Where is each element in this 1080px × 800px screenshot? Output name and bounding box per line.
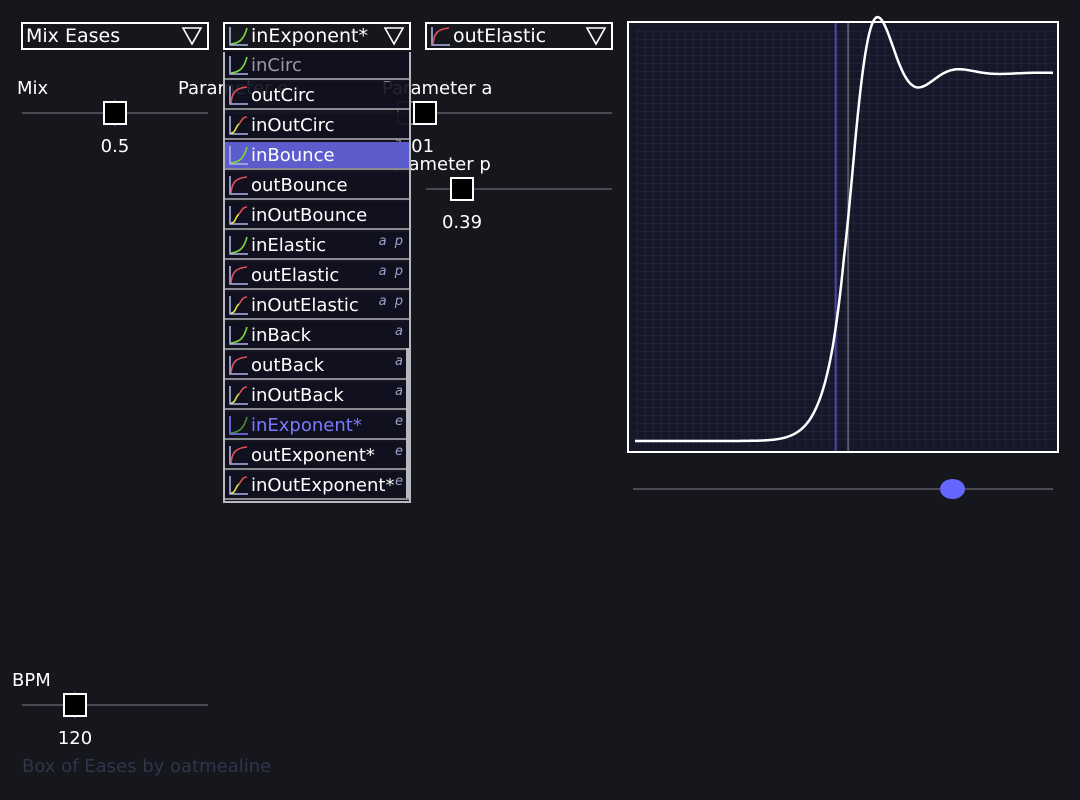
ease-inout-icon: [229, 476, 248, 495]
ease-graph-canvas: [635, 15, 1054, 451]
dropdown-item-label: inOutElastic: [251, 294, 359, 316]
ease-a-select-label: inExponent*: [251, 25, 368, 47]
dropdown-item-label: outBack: [251, 354, 325, 376]
dropdown-item[interactable]: inOutExponent* e: [225, 472, 409, 500]
ease-graph: [627, 15, 1059, 453]
param-a-slider-handle[interactable]: [413, 101, 437, 125]
ease-in-icon: [229, 416, 248, 435]
dropdown-item[interactable]: inOutCirc: [225, 112, 409, 140]
ease-out-icon: [229, 176, 248, 195]
ease-in-icon: [229, 326, 248, 345]
dropdown-item-label: outElastic: [251, 264, 340, 286]
ease-out-icon: [229, 356, 248, 375]
dropdown-item[interactable]: inOutBack a: [225, 382, 409, 410]
ease-inout-icon: [229, 386, 248, 405]
param-p-slider-handle[interactable]: [450, 177, 474, 201]
dropdown-item-label: inBounce: [251, 144, 335, 166]
chevron-down-icon: [181, 27, 203, 46]
ease-b-select[interactable]: outElastic: [425, 22, 613, 50]
ease-in-icon: [229, 27, 248, 46]
ease-in-icon: [229, 56, 248, 75]
dropdown-item[interactable]: inExponent* e: [225, 412, 409, 440]
time-slider-track[interactable]: [633, 488, 1053, 490]
ease-out-icon: [229, 86, 248, 105]
dropdown-item[interactable]: outExponent* e: [225, 442, 409, 470]
dropdown-item-label: inCirc: [251, 54, 302, 76]
dropdown-item[interactable]: inCirc: [225, 52, 409, 80]
dropdown-item-param-hint: a p: [378, 234, 405, 249]
ease-inout-icon: [229, 206, 248, 225]
dropdown-item-label: inOutExponent*: [251, 474, 395, 496]
dropdown-item[interactable]: outCirc: [225, 82, 409, 110]
ease-in-icon: [229, 236, 248, 255]
dropdown-item-label: inExponent*: [251, 414, 362, 436]
dropdown-item-param-hint: e: [395, 414, 405, 429]
ease-a-select[interactable]: inExponent*: [223, 22, 411, 50]
bpm-slider-track[interactable]: [22, 704, 208, 706]
ease-dropdown-list[interactable]: inOutExponent* e outExponent* e inExponent* e…: [223, 52, 411, 503]
dropdown-item-param-hint: a: [395, 354, 405, 369]
dropdown-item[interactable]: inBounce: [225, 142, 409, 170]
ease-out-icon: [431, 27, 450, 46]
dropdown-item-label: outBounce: [251, 174, 348, 196]
ease-in-icon: [229, 146, 248, 165]
dropdown-item-param-hint: a p: [378, 264, 405, 279]
dropdown-item[interactable]: inOutBounce: [225, 202, 409, 230]
dropdown-item-label: inOutCirc: [251, 114, 335, 136]
dropdown-item-param-hint: a: [395, 384, 405, 399]
dropdown-item-label: outExponent*: [251, 444, 375, 466]
param-p-value: 0.39: [441, 212, 483, 233]
graph-grid: [635, 29, 1053, 447]
dropdown-item[interactable]: outBounce: [225, 172, 409, 200]
dropdown-item-label: inOutBounce: [251, 204, 368, 226]
mix-value: 0.5: [100, 136, 130, 157]
time-slider-handle[interactable]: [940, 479, 966, 499]
dropdown-item-param-hint: e: [395, 444, 405, 459]
dropdown-item[interactable]: outBack a: [225, 352, 409, 380]
ease-b-select-label: outElastic: [453, 25, 547, 47]
ease-out-icon: [229, 266, 248, 285]
dropdown-item[interactable]: outElastic a p: [225, 262, 409, 290]
mode-select-label: Mix Eases: [26, 25, 121, 47]
ease-inout-icon: [229, 296, 248, 315]
dropdown-item-param-hint: a: [395, 324, 405, 339]
chevron-down-icon: [383, 27, 405, 46]
dropdown-item-param-hint: a p: [378, 294, 405, 309]
dropdown-item-label: inBack: [251, 324, 312, 346]
chevron-down-icon: [585, 27, 607, 46]
dropdown-item[interactable]: inOutElastic a p: [225, 292, 409, 320]
mix-slider-handle[interactable]: [103, 101, 127, 125]
dropdown-item-param-hint: e: [395, 474, 405, 489]
dropdown-item[interactable]: inElastic a p: [225, 232, 409, 260]
dropdown-item-label: outCirc: [251, 84, 315, 106]
bpm-label: BPM: [12, 670, 51, 691]
dropdown-scrollbar[interactable]: [406, 348, 409, 498]
dropdown-item[interactable]: inBack a: [225, 322, 409, 350]
dropdown-item-label: inElastic: [251, 234, 327, 256]
dropdown-item-label: inOutBack: [251, 384, 344, 406]
bpm-slider-handle[interactable]: [63, 693, 87, 717]
mode-select[interactable]: Mix Eases: [21, 22, 209, 50]
param-a-slider-track[interactable]: [426, 112, 612, 114]
mix-label: Mix: [17, 78, 49, 99]
ease-inout-icon: [229, 116, 248, 135]
bpm-value: 120: [57, 728, 93, 749]
ease-out-icon: [229, 446, 248, 465]
credit-text: Box of Eases by oatmealine: [22, 756, 272, 777]
